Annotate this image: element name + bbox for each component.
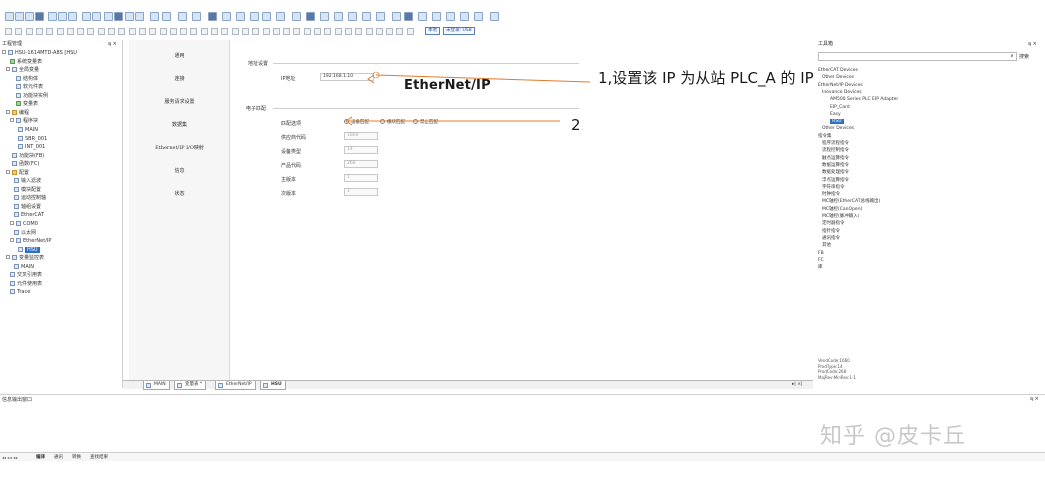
toolbox-item-label: 通讯指令 (822, 235, 840, 241)
output-pin-close-icon[interactable]: ą × (1030, 396, 1039, 402)
output-tab-nav-icon[interactable]: ◂◂ ◂ ▸ ▸▸ (2, 455, 18, 460)
editor-tabs: MAIN 变量表 * EtherNet/IP HSU ▸| ×| (123, 380, 813, 390)
ethernetip-icon (218, 383, 223, 388)
toolbox-tree-item[interactable]: 流程控制指令 (822, 148, 849, 154)
output-tab-comm[interactable]: 通讯 (54, 454, 63, 460)
toolbox-item-label: EtherNet/IP Devices (818, 82, 863, 88)
output-window-header: 信息输出窗口 ą × (0, 394, 1045, 403)
toolbox-tree-item[interactable]: 程序流程指令 (822, 141, 849, 147)
toolbox-item-label: 数据运算指令 (822, 162, 849, 168)
annotation-note-1: 1,设置该 IP 为从站 PLC_A 的 IP (598, 69, 814, 87)
toolbox-tree-item[interactable]: Easy (830, 112, 841, 118)
toolbox-tree-item[interactable]: 字符串指令 (822, 185, 845, 191)
toolbox-tree-item[interactable]: 库 (818, 265, 823, 271)
toolbox-tree-item[interactable]: Other Devices (822, 126, 854, 132)
toolbox-tree-item[interactable]: 数据处理指令 (822, 170, 849, 176)
toolbox-item-label: Inovance Devices (822, 89, 862, 95)
tab-main[interactable]: MAIN (143, 381, 170, 390)
toolbox-tree-item[interactable]: MC轴控(CanOpen) (822, 207, 862, 213)
toolbox-item-label: EIP_Card (830, 104, 850, 110)
output-tab-compile[interactable]: 编译 (36, 454, 45, 460)
tab-hsu[interactable]: HSU (260, 381, 286, 390)
toolbox-item-label: 其他 (822, 243, 831, 249)
toolbox-item-label: FB (818, 250, 824, 256)
toolbox-item-label: 指令集 (818, 133, 832, 139)
toolbox-tree-item[interactable]: EIP_Card (830, 105, 850, 111)
toolbox-tree-item[interactable]: 指针指令 (822, 229, 840, 235)
toolbox-item-label: 浮点运算指令 (822, 177, 849, 183)
toolbox-tree-item[interactable]: FC (818, 258, 824, 264)
output-tabs: ◂◂ ◂ ▸ ▸▸ 编译 通讯 转换 查找结果 (0, 452, 1045, 461)
toolbox-item-label: MC轴控(EtherCAT总线输出) (822, 199, 881, 205)
toolbox-item-label: 指针指令 (822, 228, 840, 234)
toolbox-item-label: 时钟指令 (822, 192, 840, 198)
toolbox-item-label: EtherCAT Devices (818, 68, 858, 73)
toolbox-tree-item[interactable]: Inovance Devices (822, 90, 862, 96)
toolbox-tree-item[interactable]: MC轴控(EtherCAT总线输出) (822, 199, 880, 205)
toolbox-search-button[interactable]: 搜索 (1019, 53, 1029, 60)
toolbox-item-label: HSU (830, 119, 844, 125)
toolbox-title: 工具箱 (818, 41, 834, 47)
toolbox-tree-item[interactable]: 时钟指令 (822, 192, 840, 198)
toolbox-item-label: 数据处理指令 (822, 170, 849, 176)
toolbox-tree-item[interactable]: EtherCAT Devices (818, 68, 858, 74)
toolbox-item-label: 字符串指令 (822, 184, 845, 190)
toolbox-item-label: Other Devices (822, 75, 854, 81)
toolbox-pin-close-icon[interactable]: ą × (1028, 40, 1037, 49)
toolbox-item-label: 库 (818, 265, 823, 271)
toolbox-item-label: Easy (830, 111, 841, 117)
tab-scroll-close-icon[interactable]: ▸| ×| (792, 382, 803, 387)
toolbox-info-line: MajRev-MinRev:1-1 (818, 374, 856, 380)
program-icon (146, 383, 151, 388)
toolbox-tree-item[interactable]: 通讯指令 (822, 236, 840, 242)
toolbox-search-input[interactable] (818, 52, 1017, 61)
toolbox-tree-item[interactable]: HSU (830, 119, 844, 125)
toolbox-tree-item[interactable]: FB (818, 251, 824, 257)
toolbox-tree-item[interactable]: 浮点运算指令 (822, 178, 849, 184)
toolbox-item-label: 流程控制指令 (822, 148, 849, 154)
toolbox-item-label: FC (818, 257, 824, 263)
device-icon (263, 383, 268, 388)
toolbox-tree-item[interactable]: Other Devices (822, 75, 854, 81)
toolbox-tree-item[interactable]: MC轴控(脉冲输入) (822, 214, 860, 220)
toolbox-item-label: 程序流程指令 (822, 141, 849, 146)
toolbox-panel: 工具箱 ą × ∨ 搜索 EtherCAT Devices Other Devic… (814, 40, 1045, 390)
toolbox-tree-item[interactable]: 指令集 (818, 134, 832, 140)
toolbox-tree-item[interactable]: 其他 (822, 243, 831, 249)
annotation-note-2: 2 (571, 116, 581, 134)
output-window-title: 信息输出窗口 (2, 397, 33, 403)
variable-table-icon (177, 383, 182, 388)
toolbox-tree-item[interactable]: 定时器指令 (822, 221, 845, 227)
arrow-1-line (375, 74, 591, 83)
toolbox-item-label: MC轴控(脉冲输入) (822, 214, 860, 219)
output-tab-convert[interactable]: 转换 (72, 454, 81, 460)
toolbox-item-label: Other Devices (822, 126, 854, 132)
toolbox-item-label: 定时器指令 (822, 221, 845, 227)
toolbox-tree-item[interactable]: AM500 Series PLC EIP Adapter (830, 97, 898, 103)
toolbox-item-label: 触点运算指令 (822, 155, 849, 161)
output-tab-find-results[interactable]: 查找结果 (90, 454, 108, 460)
toolbox-item-label: AM500 Series PLC EIP Adapter (830, 97, 899, 103)
toolbox-search-dropdown-icon[interactable]: ∨ (1010, 53, 1014, 59)
watermark: 知乎 @皮卡丘 (820, 424, 966, 449)
toolbox-tree-item[interactable]: 触点运算指令 (822, 156, 849, 162)
toolbox-tree-item[interactable]: EtherNet/IP Devices (818, 83, 863, 89)
tab-ethernetip[interactable]: EtherNet/IP (215, 381, 256, 390)
toolbox-item-label: MC轴控(CanOpen) (822, 206, 863, 212)
tab-variable-table[interactable]: 变量表 * (174, 381, 207, 390)
toolbox-info: VendCode:1660 ProdType:14 ProdCode:268 MajR… (818, 358, 856, 380)
toolbox-tree-item[interactable]: 数据运算指令 (822, 163, 849, 169)
